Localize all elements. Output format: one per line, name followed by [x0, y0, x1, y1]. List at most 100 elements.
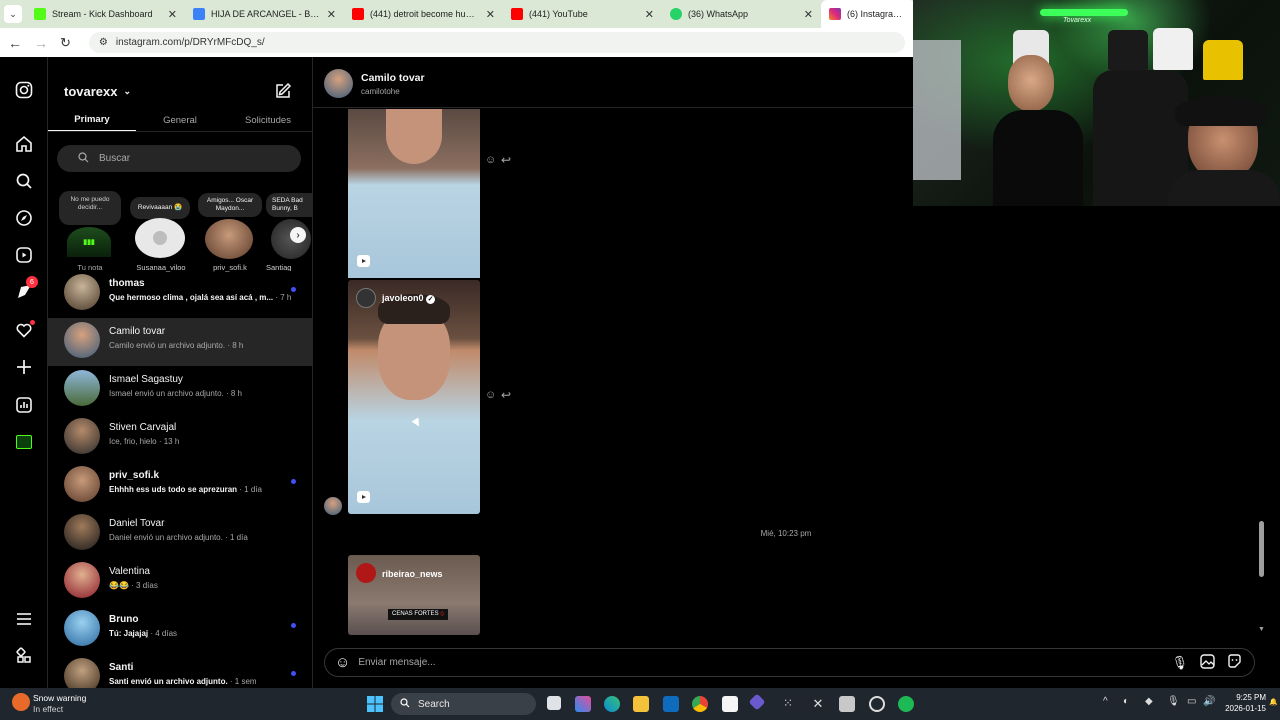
message-input[interactable]: ☺ Enviar mensaje... 🎙: [324, 648, 1255, 677]
search-input[interactable]: Buscar: [57, 145, 301, 172]
note-item[interactable]: Revivaaaan 😭 Susanaa_viloo: [130, 191, 192, 272]
browser-tab-active[interactable]: (6) Instagram • Mens: [821, 0, 915, 28]
shared-reel[interactable]: [348, 109, 480, 278]
url-field[interactable]: ⚙ instagram.com/p/DRYrMFcDQ_s/: [88, 32, 905, 53]
streamer-body: [993, 110, 1083, 206]
emoji-icon[interactable]: ☺: [335, 654, 350, 671]
also-from-meta-icon[interactable]: [14, 646, 34, 666]
apps-grid-icon[interactable]: ⁙: [780, 696, 796, 712]
note-bubble: No me puedo decidir...: [59, 191, 121, 225]
avatar: [205, 219, 253, 259]
close-tab-icon[interactable]: ✕: [327, 8, 336, 21]
wifi-icon[interactable]: ▭: [1187, 696, 1196, 707]
microphone-tray-icon[interactable]: 🎙: [1167, 696, 1180, 707]
browser-tab[interactable]: Stream - Kick Dashboard ✕: [26, 0, 185, 28]
conversation-item[interactable]: Bruno Tú: Jajajaj · 4 días: [48, 606, 312, 654]
address-bar: ← → ↻ ⚙ instagram.com/p/DRYrMFcDQ_s/: [0, 28, 913, 57]
shared-reel[interactable]: ribeirao_news CENAS FORTES ⦸: [348, 555, 480, 635]
browser-tab[interactable]: (36) WhatsApp ✕: [662, 0, 821, 28]
conversation-item[interactable]: Daniel Tovar Daniel envió un archivo adj…: [48, 510, 312, 558]
obs-icon[interactable]: [869, 696, 885, 712]
back-icon[interactable]: ←: [8, 35, 22, 51]
tray-app-icon[interactable]: ◐: [1123, 696, 1129, 707]
tab-general[interactable]: General: [136, 115, 224, 126]
conversation-item-selected[interactable]: Camilo tovar Camilo envió un archivo adj…: [48, 318, 312, 366]
avatar: [64, 370, 100, 406]
conversation-item[interactable]: Valentina 😂😂 · 3 días: [48, 558, 312, 606]
conversation-item[interactable]: Ismael Sagastuy Ismael envió un archivo …: [48, 366, 312, 414]
conversation-item[interactable]: Santi Santi envió un archivo adjunto. · …: [48, 654, 312, 688]
tools-icon[interactable]: ✕: [810, 696, 826, 712]
shared-reel[interactable]: javoleon0 ✓: [348, 280, 480, 514]
note-own[interactable]: No me puedo decidir... ▮▮▮ Tu nota: [59, 191, 121, 272]
instagram-logo-icon[interactable]: [14, 80, 34, 100]
task-view-icon[interactable]: [547, 696, 561, 710]
chat-avatar[interactable]: [324, 69, 353, 98]
reload-icon[interactable]: ↻: [60, 35, 71, 51]
tray-app-icon[interactable]: ◆: [1145, 696, 1153, 707]
clock-time[interactable]: 9:25 PM: [1222, 693, 1266, 702]
gallery-icon[interactable]: [1200, 653, 1215, 672]
copilot-icon[interactable]: [575, 696, 591, 712]
create-icon[interactable]: [14, 357, 34, 377]
app-icon[interactable]: [748, 693, 766, 711]
conversation-preview: Camilo envió un archivo adjunto. · 8 h: [109, 341, 244, 350]
forward-icon[interactable]: →: [34, 35, 48, 51]
youtube-favicon-icon: [511, 8, 523, 20]
notifications-heart-icon[interactable]: [14, 320, 35, 340]
explore-icon[interactable]: [14, 208, 34, 228]
weather-title[interactable]: Snow warning: [33, 693, 86, 703]
youtube-favicon-icon: [352, 8, 364, 20]
scroll-down-icon[interactable]: ▼: [1258, 626, 1265, 633]
browser-tab[interactable]: (441) detroit become human - Y ✕: [344, 0, 503, 28]
conversation-item[interactable]: thomas Que hermoso clima , ojalá sea así…: [48, 270, 312, 318]
close-tab-icon[interactable]: ✕: [168, 8, 177, 21]
home-icon[interactable]: [14, 134, 34, 154]
reels-icon[interactable]: [14, 245, 34, 265]
site-info-icon[interactable]: ⚙: [99, 37, 108, 48]
chrome-icon[interactable]: [692, 696, 708, 712]
notifications-icon[interactable]: 🔔: [1269, 698, 1278, 706]
tab-requests[interactable]: Solicitudes: [224, 115, 312, 126]
conversation-item[interactable]: Stiven Carvajal Ice, frio, hielo · 13 h: [48, 414, 312, 462]
sticker-icon[interactable]: [1227, 653, 1242, 672]
chat-contact-name[interactable]: Camilo tovar: [361, 72, 425, 84]
notes-next-chevron-icon[interactable]: ›: [290, 227, 306, 243]
profile-avatar-icon[interactable]: [14, 432, 34, 452]
new-message-icon[interactable]: [274, 82, 292, 103]
volume-icon[interactable]: 🔊: [1203, 696, 1215, 707]
dashboard-icon[interactable]: [14, 395, 34, 415]
conversation-item[interactable]: priv_sofi.k Ehhhh ess uds todo se aprezu…: [48, 462, 312, 510]
inbox-panel: tovarexx ⌄ Primary General Solicitudes Bu…: [48, 57, 313, 688]
browser-tab[interactable]: (441) YouTube ✕: [503, 0, 662, 28]
edge-icon[interactable]: [604, 696, 620, 712]
taskbar-search[interactable]: Search: [391, 693, 536, 715]
close-tab-icon[interactable]: ✕: [645, 8, 654, 21]
show-hidden-icons[interactable]: ^: [1103, 696, 1108, 707]
react-emoji-icon[interactable]: ☺: [485, 389, 496, 401]
file-explorer-icon[interactable]: [633, 696, 649, 712]
search-icon[interactable]: [14, 171, 34, 191]
store-icon[interactable]: [722, 696, 738, 712]
tab-list-button[interactable]: ⌄: [0, 0, 26, 28]
microphone-icon[interactable]: 🎙: [1171, 655, 1188, 671]
reply-icon[interactable]: ↩: [501, 153, 511, 167]
note-item[interactable]: Amigos... Oscar Maydon... priv_sofi.k: [198, 191, 262, 272]
avatar: [64, 514, 100, 550]
close-tab-icon[interactable]: ✕: [804, 8, 813, 21]
messages-badge: 6: [26, 276, 38, 288]
account-switcher[interactable]: tovarexx ⌄: [64, 84, 131, 99]
notepad-icon[interactable]: [839, 696, 855, 712]
menu-icon[interactable]: [14, 609, 34, 629]
messages-icon[interactable]: 6: [14, 276, 38, 302]
windows-start-icon[interactable]: [367, 696, 383, 715]
scrollbar-thumb[interactable]: [1259, 521, 1264, 577]
reply-icon[interactable]: ↩: [501, 388, 511, 402]
close-tab-icon[interactable]: ✕: [486, 8, 495, 21]
browser-tab[interactable]: HIJA DE ARCANGEL - Buscar co ✕: [185, 0, 344, 28]
react-emoji-icon[interactable]: ☺: [485, 154, 496, 166]
outlook-icon[interactable]: [663, 696, 679, 712]
note-item[interactable]: SEDA Bad Bunny, B Santiag: [266, 191, 312, 271]
conversation-preview: Ehhhh ess uds todo se aprezuran · 1 día: [109, 485, 262, 494]
spotify-icon[interactable]: [898, 696, 914, 712]
